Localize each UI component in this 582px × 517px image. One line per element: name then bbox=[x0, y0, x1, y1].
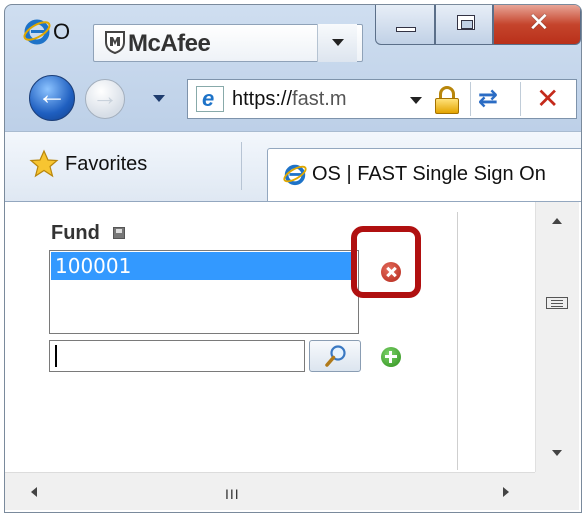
window-title: O bbox=[53, 19, 71, 44]
fund-label: Fund bbox=[51, 222, 100, 244]
text-caret bbox=[55, 345, 57, 367]
remove-icon[interactable] bbox=[381, 262, 401, 282]
forward-button[interactable]: → bbox=[85, 79, 125, 119]
scroll-thumb-grip[interactable]: III bbox=[225, 486, 240, 502]
ie-page-icon: e bbox=[196, 86, 224, 112]
fund-listbox[interactable]: 100001 bbox=[49, 250, 359, 334]
scroll-up-icon[interactable] bbox=[552, 218, 562, 224]
close-button[interactable]: ✕ bbox=[493, 5, 581, 45]
scrollbar-corner bbox=[535, 472, 579, 510]
save-icon[interactable] bbox=[113, 227, 125, 239]
scroll-right-icon[interactable] bbox=[503, 487, 509, 497]
page-content: Fund 100001 III bbox=[5, 201, 581, 512]
address-dropdown-icon[interactable] bbox=[410, 97, 422, 104]
mcafee-shield-icon bbox=[105, 31, 125, 54]
title-bar[interactable]: O McAfee ✕ bbox=[5, 5, 581, 65]
maximize-icon bbox=[457, 15, 475, 30]
horizontal-scrollbar[interactable]: III bbox=[5, 472, 535, 510]
tab-active[interactable]: OS | FAST Single Sign On bbox=[267, 148, 581, 202]
back-icon: ← bbox=[37, 78, 67, 111]
magnifier-icon bbox=[325, 345, 346, 367]
address-bar[interactable]: e https://fast.m ⇄ ✕ bbox=[187, 79, 577, 119]
mcafee-dropdown-button[interactable] bbox=[317, 24, 357, 62]
chevron-down-icon bbox=[332, 39, 344, 46]
favorites-bar: Favorites OS | FAST Single Sign On bbox=[5, 131, 581, 202]
ie-logo-icon bbox=[283, 164, 307, 186]
lock-icon[interactable] bbox=[434, 86, 460, 114]
navigation-bar: ← → e https://fast.m ⇄ ✕ bbox=[5, 67, 581, 129]
recent-pages-dropdown[interactable] bbox=[153, 95, 165, 102]
divider bbox=[241, 142, 242, 190]
star-icon bbox=[29, 149, 59, 178]
mcafee-logo: McAfee bbox=[104, 30, 211, 58]
add-icon[interactable] bbox=[381, 347, 401, 367]
lookup-button[interactable] bbox=[309, 340, 361, 372]
close-icon: ✕ bbox=[528, 7, 550, 37]
scroll-thumb[interactable] bbox=[546, 297, 568, 309]
browser-window: O McAfee ✕ ← → e https://fast.m ⇄ ✕ Favo… bbox=[4, 4, 582, 513]
back-button[interactable]: ← bbox=[29, 75, 75, 121]
list-item[interactable]: 100001 bbox=[51, 252, 357, 280]
maximize-button[interactable] bbox=[435, 5, 493, 45]
stop-icon[interactable]: ✕ bbox=[536, 82, 559, 115]
minimize-icon bbox=[396, 27, 416, 32]
panel-divider bbox=[457, 212, 458, 470]
vertical-scrollbar[interactable] bbox=[535, 202, 579, 472]
tab-label: OS | FAST Single Sign On bbox=[312, 163, 546, 185]
favorites-label: Favorites bbox=[65, 152, 148, 175]
scroll-down-icon[interactable] bbox=[552, 450, 562, 456]
minimize-button[interactable] bbox=[375, 5, 435, 45]
fund-search-input[interactable] bbox=[49, 340, 305, 372]
favorites-button[interactable]: Favorites bbox=[19, 144, 157, 184]
compatibility-icon[interactable]: ⇄ bbox=[478, 84, 498, 113]
ie-logo-icon bbox=[23, 19, 51, 45]
mcafee-brand-text: McAfee bbox=[128, 30, 211, 57]
divider bbox=[520, 82, 521, 116]
address-url[interactable]: https://fast.m bbox=[232, 88, 346, 111]
scroll-left-icon[interactable] bbox=[31, 487, 37, 497]
divider bbox=[470, 82, 471, 116]
forward-icon: → bbox=[92, 81, 118, 111]
